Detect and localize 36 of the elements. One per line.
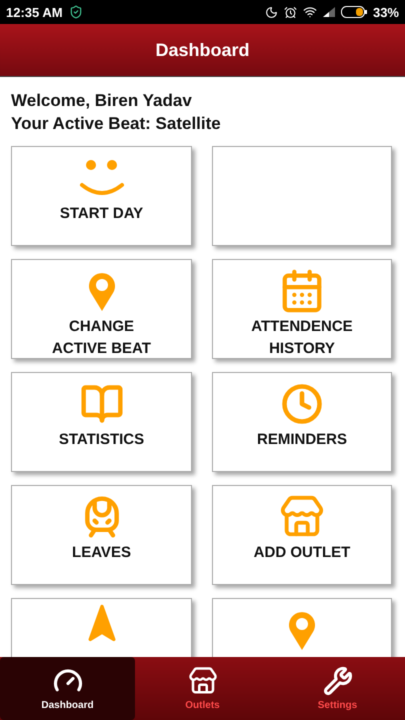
signal-icon [322, 7, 335, 17]
tile-label: START DAY [60, 204, 144, 223]
dashboard-tile[interactable]: STATISTICS [11, 372, 192, 472]
tile-label: LEAVES [72, 543, 131, 562]
map-pin-icon [287, 610, 317, 650]
wifi-icon [302, 5, 317, 19]
dashboard-tile[interactable]: START DAY [11, 146, 192, 246]
status-time: 12:35 AM [6, 4, 63, 20]
active-beat-text: Your Active Beat: Satellite [11, 114, 222, 134]
tile-label: STATISTICS [58, 430, 144, 449]
header-title: Dashboard [155, 40, 250, 60]
dashboard-tile[interactable]: LEAVES [11, 485, 192, 585]
welcome-text: Welcome, Biren Yadav [11, 91, 193, 111]
battery-percent: 33% [372, 4, 399, 20]
store-icon [188, 666, 218, 696]
alarm-icon [284, 6, 297, 18]
dashboard-tile[interactable]: REMINDERS [212, 372, 392, 472]
dashboard-tile[interactable]: CHANGE ACTIVE BEAT [11, 259, 192, 359]
tile-label: HISTORY [269, 339, 335, 358]
tile-label: ACTIVE BEAT [52, 339, 151, 358]
wrench-icon [322, 666, 352, 696]
nav-tab[interactable]: Dashboard [0, 657, 135, 720]
tile-label: CHANGE [68, 317, 134, 336]
clock-icon [281, 383, 323, 425]
dashboard-tile[interactable] [212, 146, 392, 246]
tile-label: ADD OUTLET [254, 543, 350, 562]
tile-label: REMINDERS [256, 430, 347, 449]
tile-label: ATTENDENCE [251, 317, 353, 336]
dashboard-tile[interactable]: ATTENDENCE HISTORY [212, 259, 392, 359]
nav-tab[interactable]: Outlets [135, 657, 270, 720]
map-pin-icon [86, 271, 116, 311]
dashboard-tile[interactable]: ADD OUTLET [212, 485, 392, 585]
shield-icon [68, 5, 83, 19]
moon-icon [264, 6, 278, 18]
nav-tab[interactable]: Settings [270, 657, 405, 720]
battery-icon [340, 6, 367, 18]
